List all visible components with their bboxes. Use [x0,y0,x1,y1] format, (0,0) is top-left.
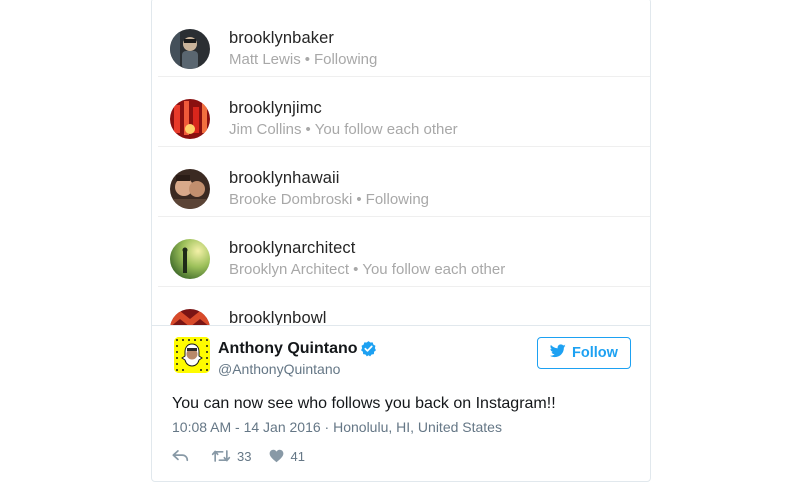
like-count: 41 [290,448,305,464]
username: brooklynhawaii [229,169,340,187]
follow-button[interactable]: Follow [537,337,631,369]
separator-dot: • [353,261,359,278]
separator-dot: • [304,51,310,68]
follow-status: Following [313,51,378,68]
list-item: brooklynbaker Matt Lewis • Following [158,7,650,77]
embedded-tweet-card: brooklynbaker Matt Lewis • Following brook… [151,0,651,482]
username: brooklynarchitect [229,239,356,257]
full-name: Brooklyn Architect [229,261,350,278]
list-item: brooklynbowl [158,287,650,325]
username: brooklynjimc [229,99,322,117]
user-subtitle: Jim Collins • You follow each other [229,121,458,138]
tweet-timestamp-location[interactable]: 10:08 AM - 14 Jan 2016 · Honolulu, HI, U… [172,419,502,435]
reply-icon [172,449,189,463]
instagram-screenshot: brooklynbaker Matt Lewis • Following brook… [152,0,650,325]
avatar [170,239,210,279]
list-item: brooklynhawaii Brooke Dombroski • Followin… [158,147,650,217]
follow-label: Follow [572,345,618,361]
user-subtitle: Brooke Dombroski • Following [229,191,429,208]
list-item: brooklynjimc Jim Collins • You follow each… [158,77,650,147]
tweet-actions: 33 41 [172,447,305,465]
twitter-bird-icon [549,344,566,362]
avatar [170,309,210,325]
separator-dot: • [305,121,311,138]
avatar [170,29,210,69]
user-subtitle: Brooklyn Architect • You follow each other [229,261,505,278]
reply-button[interactable] [172,449,189,463]
retweet-icon [211,449,231,463]
full-name: Brooke Dombroski [229,191,353,208]
full-name: Jim Collins [229,121,302,138]
user-handle[interactable]: @AnthonyQuintano [218,361,340,377]
avatar [170,99,210,139]
separator-dot: • [356,191,362,208]
verified-badge-icon [360,340,377,357]
avatar[interactable] [174,337,210,373]
username: brooklynbowl [229,309,327,325]
retweet-button[interactable]: 33 [211,449,251,464]
username: brooklynbaker [229,29,334,47]
heart-icon [269,449,284,463]
avatar [170,169,210,209]
user-subtitle: Matt Lewis • Following [229,51,377,68]
follow-status: Following [365,191,430,208]
follow-status: You follow each other [314,121,458,138]
divider [152,325,650,326]
tweet-text: You can now see who follows you back on … [172,395,556,412]
display-name[interactable]: Anthony Quintano [218,340,358,358]
retweet-count: 33 [237,448,252,464]
like-button[interactable]: 41 [269,448,305,464]
follow-status: You follow each other [362,261,506,278]
full-name: Matt Lewis [229,51,301,68]
list-item: brooklynarchitect Brooklyn Architect • You… [158,217,650,287]
